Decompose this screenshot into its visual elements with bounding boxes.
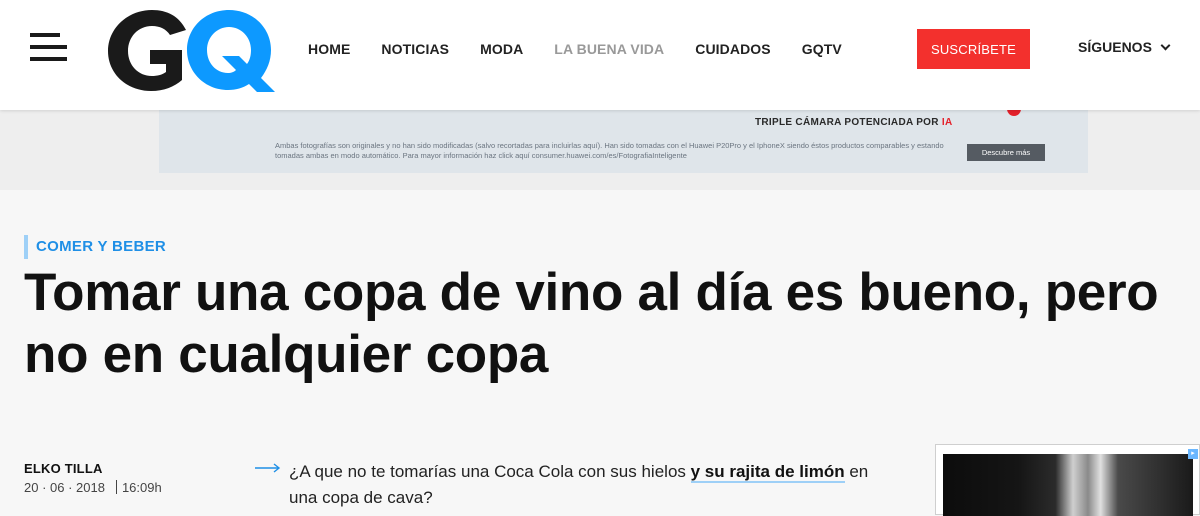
ad-choices-icon[interactable]: ▸ xyxy=(1188,449,1198,459)
article-category[interactable]: COMER Y BEBER xyxy=(24,235,166,259)
follow-dropdown[interactable]: SÍGUENOS xyxy=(1078,39,1171,55)
ad-discover-button[interactable]: Descubre más xyxy=(967,144,1045,161)
nav-item-moda[interactable]: MODA xyxy=(480,41,523,57)
article-headline: Tomar una copa de vino al día es bueno, … xyxy=(24,263,1159,384)
arrow-right-icon xyxy=(255,463,281,473)
ad-red-accent xyxy=(1007,110,1021,116)
ad-disclaimer: Ambas fotografías son originales y no ha… xyxy=(275,141,944,160)
gq-logo[interactable] xyxy=(100,4,275,92)
hamburger-menu-icon[interactable] xyxy=(30,33,67,61)
chevron-down-icon xyxy=(1160,40,1171,50)
article-date: 20 · 06 · 2018 xyxy=(24,480,105,495)
article-lead: ¿A que no te tomarías una Coca Cola con … xyxy=(289,462,869,507)
subscribe-button[interactable]: SUSCRÍBETE xyxy=(917,29,1030,69)
nav-item-gqtv[interactable]: GQTV xyxy=(802,41,842,57)
huawei-ad-banner[interactable]: TRIPLE CÁMARA POTENCIADA POR IA Ambas fo… xyxy=(159,110,1088,173)
hamburger-line xyxy=(30,57,67,61)
sidebar-ad-image[interactable]: ▸ xyxy=(935,444,1200,516)
lead-link[interactable]: y su rajita de limón xyxy=(690,462,845,483)
meta-divider xyxy=(115,480,117,494)
article-meta: 20 · 06 · 2018 16:09h xyxy=(24,480,162,495)
site-header: HOME NOTICIAS MODA LA BUENA VIDA CUIDADO… xyxy=(0,0,1200,110)
main-nav: HOME NOTICIAS MODA LA BUENA VIDA CUIDADO… xyxy=(308,39,873,59)
ad-tagline-highlight: IA xyxy=(941,117,953,128)
article-author[interactable]: ELKO TILLA xyxy=(24,461,103,476)
hamburger-line xyxy=(30,33,60,37)
follow-label: SÍGUENOS xyxy=(1078,39,1152,55)
nav-item-noticias[interactable]: NOTICIAS xyxy=(381,41,449,57)
nav-item-home[interactable]: HOME xyxy=(308,41,350,57)
gq-logo-mark xyxy=(108,10,275,92)
nav-item-cuidados[interactable]: CUIDADOS xyxy=(695,41,770,57)
article-time: 16:09h xyxy=(121,480,162,495)
sidebar-photo xyxy=(943,454,1193,516)
nav-item-la-buena-vida[interactable]: LA BUENA VIDA xyxy=(554,41,664,57)
ad-tagline: TRIPLE CÁMARA POTENCIADA POR IA xyxy=(755,117,953,128)
hamburger-line xyxy=(30,45,67,49)
